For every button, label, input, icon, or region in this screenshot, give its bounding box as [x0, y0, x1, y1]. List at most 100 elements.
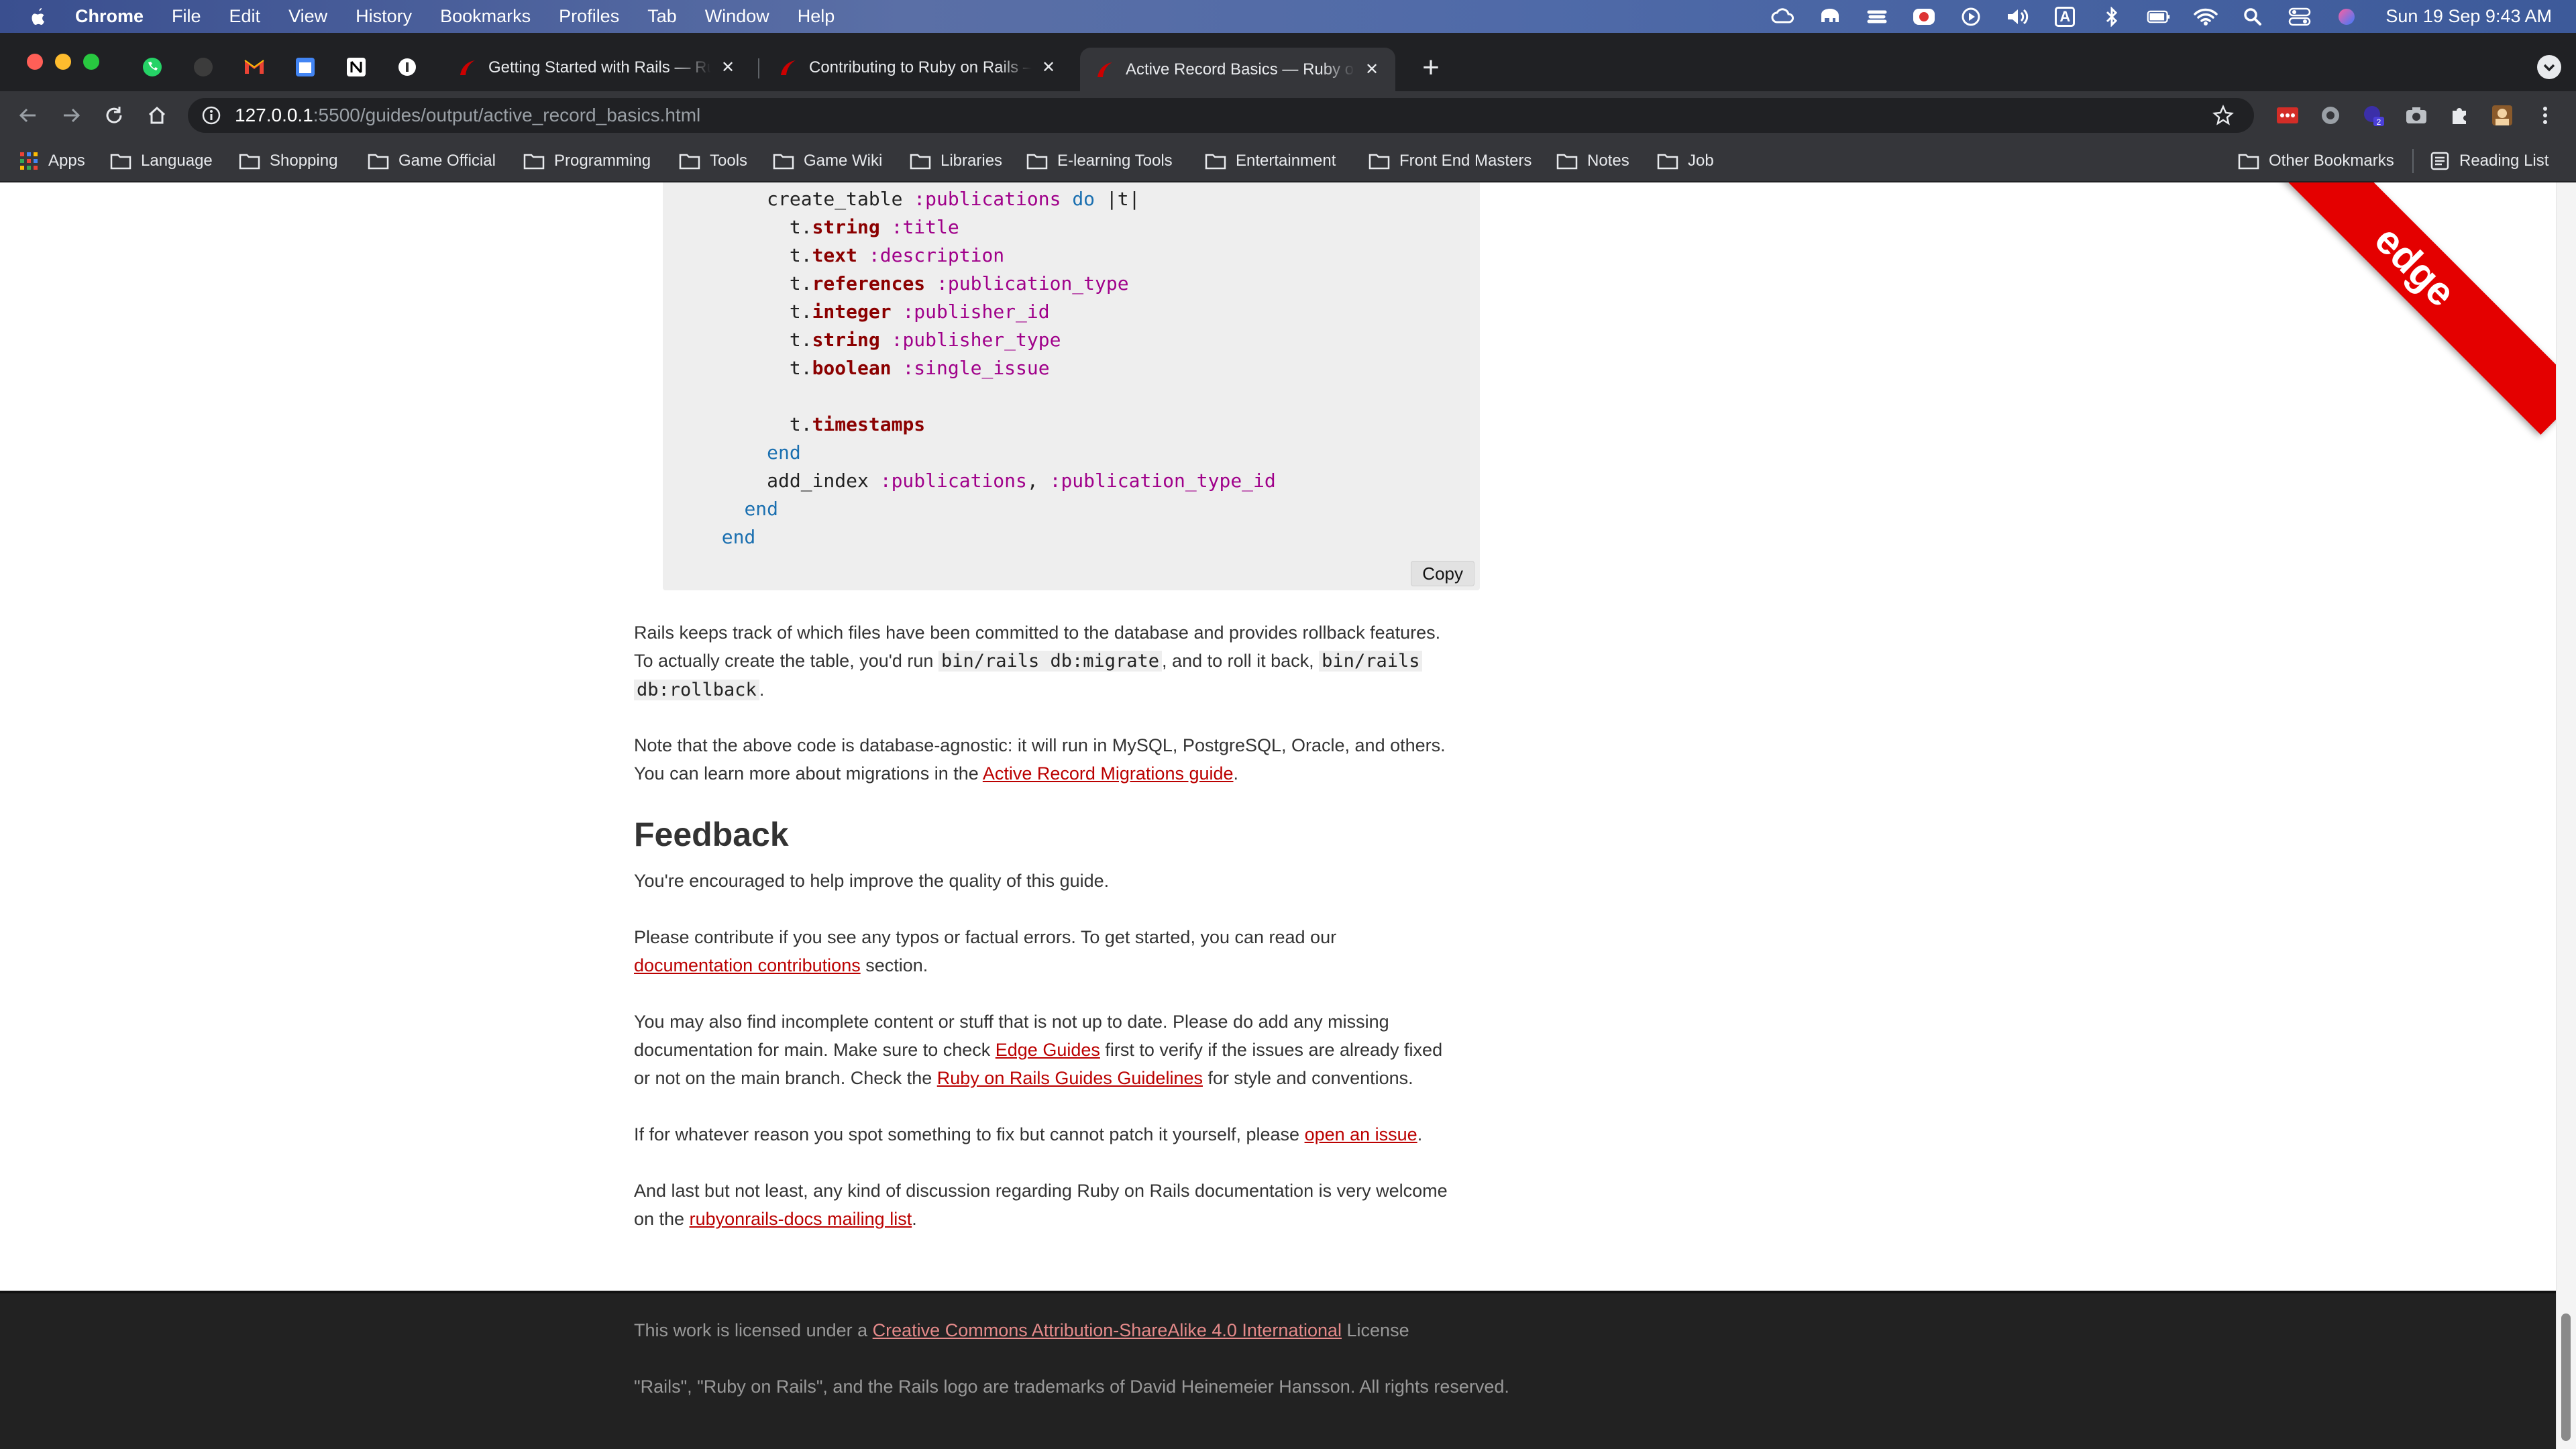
bookmark-folder-tools[interactable]: Tools [679, 150, 747, 172]
forward-button[interactable] [58, 102, 85, 129]
spotlight-search-icon[interactable] [2241, 7, 2265, 27]
tab-close-icon[interactable]: ✕ [719, 59, 737, 76]
menu-bar-clock[interactable]: Sun 19 Sep 9:43 AM [2385, 6, 2552, 27]
pinned-tab-notion[interactable] [333, 48, 380, 87]
bookmark-folder-libraries[interactable]: Libraries [910, 150, 1002, 172]
paragraph-mailing-list: And last but not least, any kind of disc… [634, 1177, 1481, 1233]
window-zoom-button[interactable] [83, 54, 99, 70]
input-source-letter: A [2055, 6, 2076, 27]
bookmark-folder-game-official[interactable]: Game Official [368, 150, 496, 172]
tab-separator [758, 58, 759, 78]
page-scrollbar[interactable] [2556, 182, 2576, 1449]
extension-badge[interactable]: 2 [2361, 103, 2385, 127]
pinned-tab-whatsapp[interactable] [129, 48, 176, 87]
bookmark-folder-e-learning-tools[interactable]: E-learning Tools [1026, 150, 1173, 172]
pinned-tab-extension[interactable] [384, 48, 431, 87]
bluetooth-icon[interactable] [2100, 6, 2124, 27]
address-bar[interactable]: 127.0.0.1:5500/guides/output/active_reco… [188, 98, 2254, 133]
bookmark-star-icon[interactable] [2212, 105, 2234, 126]
record-icon [2322, 107, 2339, 124]
menu-app-name[interactable]: Chrome [75, 6, 144, 27]
siri-icon[interactable] [2334, 7, 2359, 27]
text: documentation for main. Make sure to che… [634, 1040, 996, 1060]
guides-guidelines-link[interactable]: Ruby on Rails Guides Guidelines [937, 1068, 1203, 1088]
volume-icon[interactable] [2006, 7, 2030, 27]
extension-lastpass[interactable] [2275, 103, 2300, 127]
bookmark-folder-front-end-masters[interactable]: Front End Masters [1368, 150, 1532, 172]
new-tab-button[interactable]: + [1415, 53, 1446, 84]
window-minimize-button[interactable] [55, 54, 71, 70]
bookmark-label: Other Bookmarks [2269, 152, 2394, 170]
copy-code-button[interactable]: Copy [1411, 561, 1474, 586]
elephant-icon[interactable] [1818, 7, 1842, 27]
profile-avatar[interactable] [2490, 103, 2514, 127]
menu-profiles[interactable]: Profiles [559, 6, 619, 27]
edge-guides-link[interactable]: Edge Guides [996, 1040, 1100, 1060]
reading-list-button[interactable]: Reading List [2430, 150, 2548, 172]
migrations-guide-link[interactable]: Active Record Migrations guide [983, 763, 1234, 784]
bookmark-label: Shopping [270, 152, 338, 170]
apps-grid-icon [20, 152, 38, 170]
pinned-tab-gmail[interactable] [231, 48, 278, 87]
license-link[interactable]: Creative Commons Attribution-ShareAlike … [873, 1320, 1342, 1340]
bookmark-folder-notes[interactable]: Notes [1556, 150, 1629, 172]
home-button[interactable] [144, 102, 170, 129]
bookmark-folder-shopping[interactable]: Shopping [239, 150, 337, 172]
control-center-icon[interactable] [2288, 7, 2312, 27]
menu-history[interactable]: History [356, 6, 412, 27]
open-issue-link[interactable]: open an issue [1305, 1124, 1417, 1144]
tab-contributing[interactable]: Contributing to Ruby on Rails — Ruby on … [763, 49, 1072, 87]
chevron-down-icon [2543, 64, 2555, 72]
menu-window[interactable]: Window [705, 6, 769, 27]
tab-close-icon[interactable]: ✕ [1363, 60, 1381, 78]
menu-tab[interactable]: Tab [647, 6, 677, 27]
text: Please contribute if you see any typos o… [634, 927, 1337, 947]
screen-record-icon[interactable] [1912, 7, 1936, 27]
window-close-button[interactable] [27, 54, 43, 70]
documentation-contributions-link[interactable]: documentation contributions [634, 955, 861, 975]
text: first to verify if the issues are alread… [1099, 1040, 1443, 1060]
site-info-icon[interactable] [201, 105, 221, 125]
menu-view[interactable]: View [288, 6, 327, 27]
menu-edit[interactable]: Edit [229, 6, 261, 27]
tab-getting-started[interactable]: Getting Started with Rails — Ruby on Rai… [443, 49, 751, 87]
bookmark-folder-other-bookmarks[interactable]: Other Bookmarks [2238, 150, 2394, 172]
back-button[interactable] [15, 102, 42, 129]
battery-icon[interactable] [2147, 7, 2171, 27]
cloud-sync-icon[interactable] [1771, 7, 1795, 27]
extension-screenshot[interactable] [2404, 103, 2428, 127]
tab-close-icon[interactable]: ✕ [1040, 59, 1057, 76]
wifi-icon[interactable] [2194, 7, 2218, 27]
mailing-list-link[interactable]: rubyonrails-docs mailing list [690, 1209, 912, 1229]
bookmark-folder-programming[interactable]: Programming [523, 150, 651, 172]
menu-file[interactable]: File [172, 6, 201, 27]
bookmark-folder-language[interactable]: Language [110, 150, 213, 172]
stack-icon[interactable] [1865, 7, 1889, 27]
extension-grey-circle[interactable] [2318, 103, 2343, 127]
text: . [912, 1209, 917, 1229]
menu-bookmarks[interactable]: Bookmarks [440, 6, 531, 27]
tab-search-button[interactable] [2537, 55, 2561, 79]
trademark-line: "Rails", "Ruby on Rails", and the Rails … [634, 1377, 1509, 1397]
folder-icon [523, 154, 545, 170]
pinned-tab-github[interactable] [180, 48, 227, 87]
play-icon[interactable] [1959, 7, 1983, 27]
extensions-menu-button[interactable] [2447, 103, 2471, 127]
rails-favicon-icon [781, 60, 796, 75]
bookmark-folder-job[interactable]: Job [1657, 150, 1714, 172]
scrollbar-thumb[interactable] [2561, 1313, 2571, 1441]
paragraph-contribute: Please contribute if you see any typos o… [634, 923, 1481, 979]
chrome-menu-button[interactable] [2533, 103, 2557, 127]
pinned-tab-calendar[interactable] [282, 48, 329, 87]
paragraph-open-issue: If for whatever reason you spot somethin… [634, 1120, 1481, 1148]
tab-active-record-basics[interactable]: Active Record Basics — Ruby on Rails Gui… [1080, 48, 1395, 91]
reload-button[interactable] [101, 102, 127, 129]
apple-menu-icon[interactable] [28, 7, 48, 27]
license-line: This work is licensed under a Creative C… [634, 1320, 1409, 1341]
bookmark-apps[interactable]: Apps [19, 150, 85, 172]
bookmark-folder-entertainment[interactable]: Entertainment [1205, 150, 1336, 172]
text: Rails keeps track of which files have be… [634, 623, 1441, 643]
input-source-icon[interactable]: A [2053, 6, 2077, 27]
bookmark-folder-game-wiki[interactable]: Game Wiki [773, 150, 882, 172]
menu-help[interactable]: Help [798, 6, 835, 27]
